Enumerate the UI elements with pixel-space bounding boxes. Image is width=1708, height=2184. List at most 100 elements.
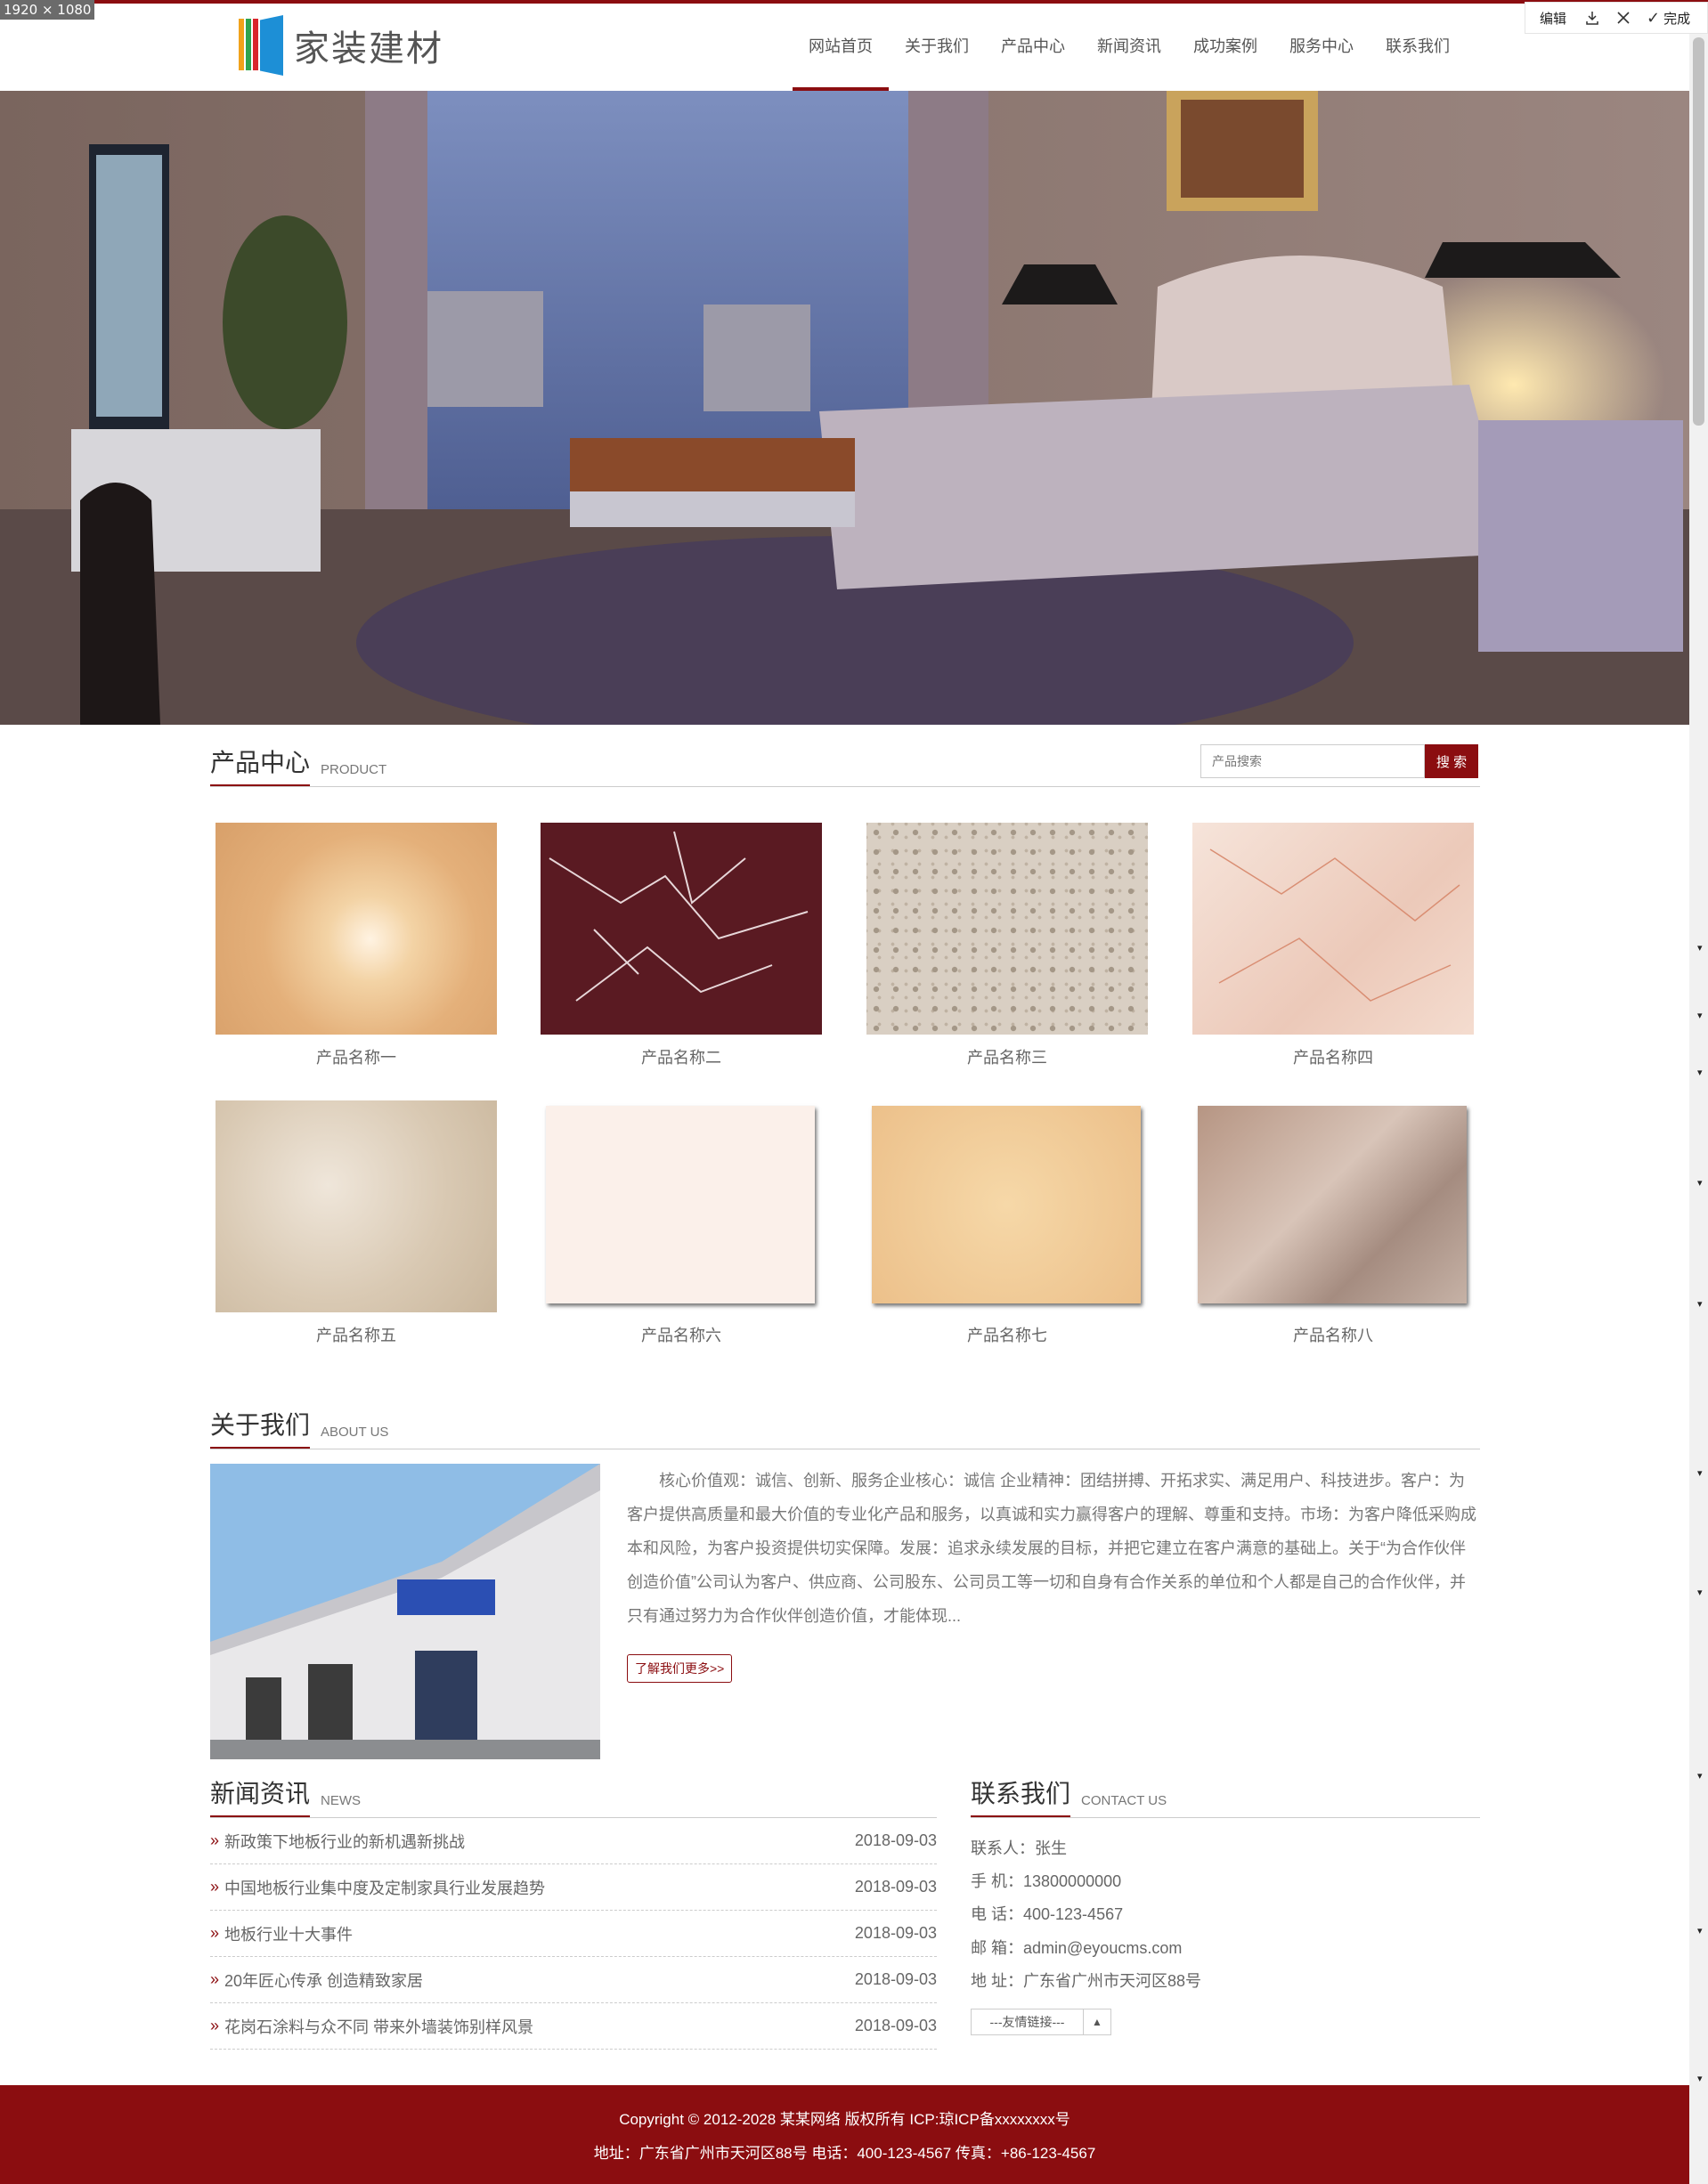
news-item-date: 2018-09-03 — [854, 1878, 937, 1896]
chevron-right-icon: » — [210, 1878, 220, 1896]
scroll-marker-icon: ▾ — [1697, 1468, 1703, 1479]
product-search-button[interactable]: 搜 索 — [1425, 744, 1478, 778]
hero-banner[interactable] — [0, 91, 1689, 725]
chevron-right-icon: » — [210, 1831, 220, 1849]
nav-item-products[interactable]: 产品中心 — [985, 0, 1081, 91]
product-image[interactable] — [866, 1100, 1148, 1312]
friend-links-select[interactable]: ---友情链接--- ▲ — [971, 2009, 1111, 2035]
scroll-marker-icon: ▾ — [1697, 1299, 1703, 1310]
caret-up-icon[interactable]: ▲ — [1084, 2009, 1110, 2034]
about-description: 核心价值观：诚信、创新、服务企业核心：诚信 企业精神：团结拼搏、开拓求实、满足用… — [627, 1472, 1476, 1625]
product-name[interactable]: 产品名称四 — [1192, 1045, 1474, 1068]
product-name[interactable]: 产品名称二 — [541, 1045, 822, 1068]
scroll-marker-icon: ▾ — [1697, 1926, 1703, 1936]
news-item-title[interactable]: 花岗石涂料与众不同 带来外墙装饰别样风景 — [224, 2015, 533, 2038]
news-section-heading: 新闻资讯 NEWS — [210, 1779, 937, 1818]
product-name[interactable]: 产品名称六 — [541, 1323, 822, 1346]
about-title: 关于我们 — [210, 1406, 311, 1449]
logo-mark-icon — [235, 15, 283, 76]
product-name[interactable]: 产品名称七 — [866, 1323, 1148, 1346]
product-card[interactable]: 产品名称五 — [216, 1100, 497, 1346]
product-image[interactable] — [866, 823, 1148, 1035]
scroll-marker-icon: ▾ — [1697, 1011, 1703, 1021]
nav-item-home[interactable]: 网站首页 — [793, 0, 889, 91]
footer-contact: 地址：广东省广州市天河区88号 电话：400-123-4567 传真：+86-1… — [593, 2145, 1096, 2162]
news-item[interactable]: » 新政策下地板行业的新机遇新挑战 2018-09-03 — [210, 1818, 937, 1864]
product-image[interactable] — [216, 1100, 497, 1312]
news-item[interactable]: » 中国地板行业集中度及定制家具行业发展趋势 2018-09-03 — [210, 1864, 937, 1911]
site-footer: Copyright © 2012-2028 某某网络 版权所有 ICP:琼ICP… — [0, 2085, 1689, 2184]
product-image[interactable] — [216, 823, 497, 1035]
scroll-marker-icon: ▾ — [1697, 1771, 1703, 1782]
nav-item-about[interactable]: 关于我们 — [889, 0, 985, 91]
news-item-title[interactable]: 地板行业十大事件 — [224, 1922, 353, 1945]
contact-phone: 电 话：400-123-4567 — [971, 1905, 1124, 1923]
product-subtitle: PRODUCT — [321, 762, 387, 777]
news-item-title[interactable]: 中国地板行业集中度及定制家具行业发展趋势 — [224, 1876, 545, 1899]
scroll-marker-icon: ▾ — [1697, 1068, 1703, 1078]
product-card[interactable]: 产品名称八 — [1192, 1100, 1474, 1346]
nav-item-cases[interactable]: 成功案例 — [1177, 0, 1273, 91]
product-image[interactable] — [1192, 823, 1474, 1035]
product-search-input[interactable] — [1200, 744, 1425, 778]
nav-item-news[interactable]: 新闻资讯 — [1081, 0, 1177, 91]
product-card[interactable]: 产品名称四 — [1192, 823, 1474, 1068]
scroll-marker-icon: ▾ — [1697, 1178, 1703, 1189]
logo-text: 家装建材 — [294, 28, 443, 69]
nav-item-contact[interactable]: 联系我们 — [1370, 0, 1466, 91]
product-name[interactable]: 产品名称五 — [216, 1323, 497, 1346]
product-search: 搜 索 — [1200, 744, 1478, 778]
news-item[interactable]: » 花岗石涂料与众不同 带来外墙装饰别样风景 2018-09-03 — [210, 2003, 937, 2050]
news-item-date: 2018-09-03 — [854, 1831, 937, 1849]
contact-subtitle: CONTACT US — [1081, 1793, 1167, 1808]
check-icon[interactable]: ✓ — [1647, 9, 1660, 28]
nav-item-service[interactable]: 服务中心 — [1273, 0, 1370, 91]
news-item-title[interactable]: 20年匠心传承 创造精致家居 — [224, 1969, 423, 1992]
product-name[interactable]: 产品名称一 — [216, 1045, 497, 1068]
product-image[interactable] — [1192, 1100, 1474, 1312]
product-image[interactable] — [541, 823, 822, 1035]
contact-address: 地 址：广东省广州市天河区88号 — [971, 1972, 1202, 1990]
contact-title: 联系我们 — [971, 1774, 1071, 1817]
contact-email: 邮 箱：admin@eyoucms.com — [971, 1939, 1183, 1957]
product-card[interactable]: 产品名称七 — [866, 1100, 1148, 1346]
chevron-right-icon: » — [210, 1924, 220, 1942]
done-button[interactable]: 完成 — [1663, 9, 1690, 28]
contact-mobile: 手 机：13800000000 — [971, 1872, 1122, 1890]
scroll-marker-icon: ▾ — [1697, 1587, 1703, 1598]
footer-copyright: Copyright © 2012-2028 某某网络 版权所有 ICP:琼ICP… — [619, 2111, 1070, 2128]
chevron-right-icon: » — [210, 1970, 220, 1988]
scroll-marker-icon: ▾ — [1697, 943, 1703, 954]
news-subtitle: NEWS — [321, 1793, 361, 1808]
scroll-marker-icon: ▾ — [1697, 2074, 1703, 2084]
close-icon[interactable] — [1616, 11, 1631, 25]
scrollbar-thumb[interactable] — [1693, 37, 1704, 426]
product-card[interactable]: 产品名称二 — [541, 823, 822, 1068]
about-building-image — [210, 1464, 600, 1759]
bedroom-photo — [0, 91, 1689, 725]
news-item-date: 2018-09-03 — [854, 1924, 937, 1942]
news-item[interactable]: » 地板行业十大事件 2018-09-03 — [210, 1911, 937, 1957]
news-item[interactable]: » 20年匠心传承 创造精致家居 2018-09-03 — [210, 1957, 937, 2003]
news-item-date: 2018-09-03 — [854, 2017, 937, 2034]
product-name[interactable]: 产品名称八 — [1192, 1323, 1474, 1346]
about-more-button[interactable]: 了解我们更多>> — [627, 1654, 733, 1683]
edit-button[interactable]: 编辑 — [1540, 9, 1566, 28]
product-image[interactable] — [541, 1100, 822, 1312]
editor-toolbar: 编辑 ✓ 完成 — [1525, 2, 1708, 34]
about-section-heading: 关于我们 ABOUT US — [210, 1410, 1480, 1449]
site-logo[interactable]: 家装建材 — [235, 14, 443, 77]
product-card[interactable]: 产品名称六 — [541, 1100, 822, 1346]
product-title: 产品中心 — [210, 743, 311, 786]
product-name[interactable]: 产品名称三 — [866, 1045, 1148, 1068]
news-item-date: 2018-09-03 — [854, 1970, 937, 1988]
contact-person: 联系人：张生 — [971, 1839, 1067, 1857]
product-card[interactable]: 产品名称一 — [216, 823, 497, 1068]
friend-links-label[interactable]: ---友情链接--- — [972, 2009, 1084, 2034]
news-item-title[interactable]: 新政策下地板行业的新机遇新挑战 — [224, 1830, 465, 1853]
main-nav: 网站首页 关于我们 产品中心 新闻资讯 成功案例 服务中心 联系我们 — [793, 0, 1466, 91]
product-card[interactable]: 产品名称三 — [866, 823, 1148, 1068]
download-icon[interactable] — [1584, 10, 1600, 26]
screenshot-size-tag: 1920 × 1080 — [0, 0, 95, 20]
news-title: 新闻资讯 — [210, 1774, 311, 1817]
